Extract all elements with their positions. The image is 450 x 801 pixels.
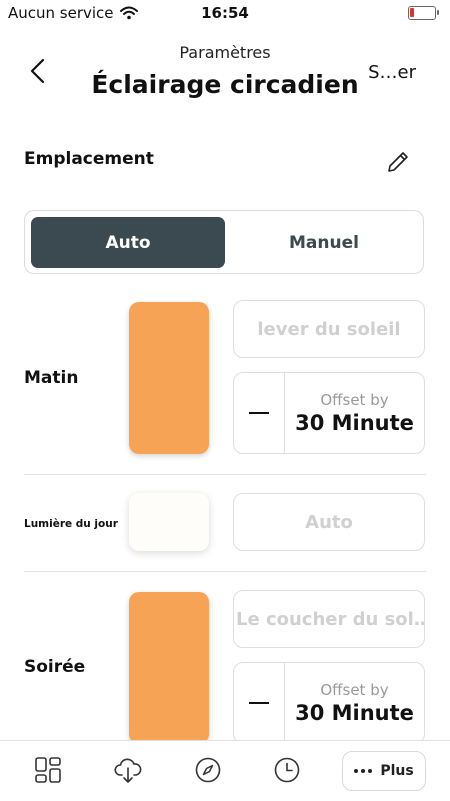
location-label: Emplacement xyxy=(24,149,154,169)
morning-offset-caption: Offset by xyxy=(320,391,389,409)
daylight-trigger-field[interactable]: Auto xyxy=(233,493,425,551)
daylight-color-swatch[interactable] xyxy=(129,493,209,551)
clock-icon[interactable] xyxy=(272,755,302,785)
divider xyxy=(24,571,426,572)
edit-pencil-icon[interactable] xyxy=(384,148,412,176)
divider xyxy=(24,474,426,475)
morning-label: Matin xyxy=(24,368,79,388)
more-dots-icon xyxy=(354,769,373,773)
header-right-action[interactable]: S…er xyxy=(368,62,416,83)
more-label: Plus xyxy=(380,763,414,779)
evening-trigger-field[interactable]: Le coucher du sol… xyxy=(233,590,425,648)
evening-offset-control: Offset by 30 Minute xyxy=(233,662,425,744)
nav-parent-title: Paramètres xyxy=(179,43,271,62)
battery-icon xyxy=(408,6,439,20)
morning-offset-value: 30 Minute xyxy=(295,411,414,435)
evening-offset-display[interactable]: Offset by 30 Minute xyxy=(285,663,424,743)
morning-trigger-field[interactable]: lever du soleil xyxy=(233,300,425,358)
evening-offset-value: 30 Minute xyxy=(295,701,414,725)
morning-offset-minus-button[interactable] xyxy=(234,373,285,453)
daylight-label: Lumière du jour xyxy=(24,518,118,530)
bottom-tab-bar: Plus xyxy=(0,740,450,801)
more-button[interactable]: Plus xyxy=(342,751,426,791)
status-bar: Aucun service 16:54 xyxy=(0,0,450,26)
morning-color-swatch[interactable] xyxy=(129,302,209,454)
dashboard-icon[interactable] xyxy=(33,755,63,785)
mode-manual-button[interactable]: Manuel xyxy=(227,217,421,268)
cloud-download-icon[interactable] xyxy=(113,755,143,785)
evening-color-swatch[interactable] xyxy=(129,592,209,744)
morning-offset-control: Offset by 30 Minute xyxy=(233,372,425,454)
mode-segmented-control: Auto Manuel xyxy=(24,210,424,274)
mode-auto-button[interactable]: Auto xyxy=(31,217,225,268)
status-time: 16:54 xyxy=(201,4,249,22)
compass-icon[interactable] xyxy=(193,755,223,785)
evening-offset-minus-button[interactable] xyxy=(234,663,285,743)
evening-label: Soirée xyxy=(24,657,86,677)
morning-offset-display[interactable]: Offset by 30 Minute xyxy=(285,373,424,453)
evening-offset-caption: Offset by xyxy=(320,681,389,699)
